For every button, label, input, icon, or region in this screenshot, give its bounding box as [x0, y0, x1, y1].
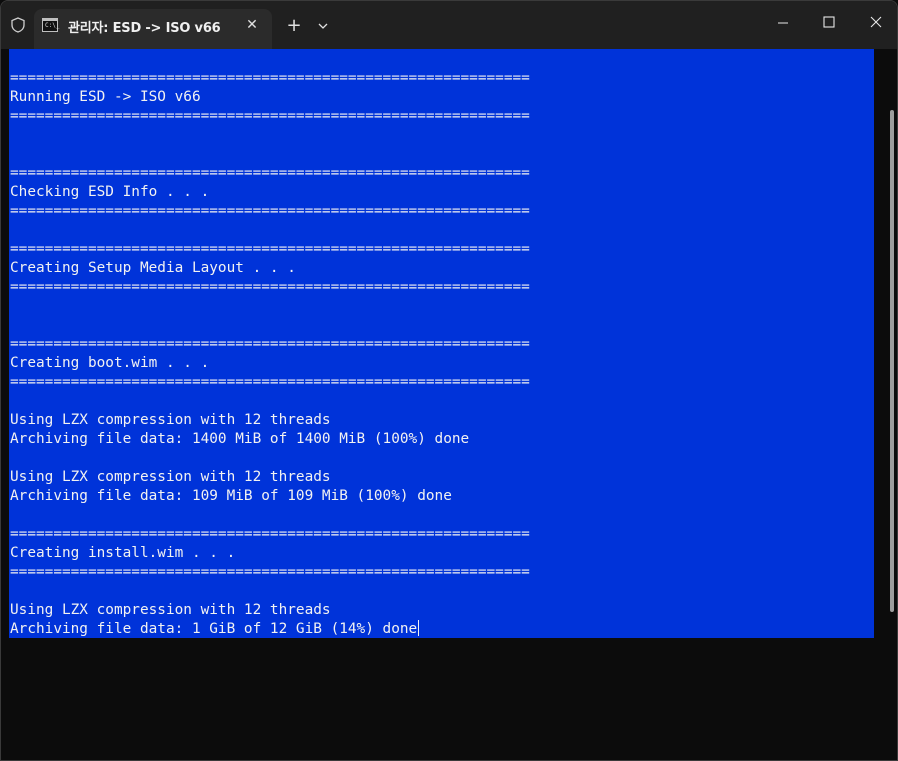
console-line: ========================================… — [10, 279, 530, 295]
tab-title: 관리자: ESD -> ISO v66 — [68, 21, 221, 36]
close-button[interactable] — [853, 9, 898, 37]
console-line: ========================================… — [10, 526, 530, 542]
console-line: ========================================… — [10, 203, 530, 219]
terminal-content[interactable]: ========================================… — [1, 49, 897, 760]
console-line: Using LZX compression with 12 threads — [10, 469, 331, 485]
console-line: ========================================… — [10, 241, 530, 257]
console-line: ========================================… — [10, 70, 530, 86]
vertical-scrollbar[interactable] — [890, 110, 894, 612]
plus-icon: + — [286, 15, 302, 36]
tab-terminal[interactable]: C:\_ 관리자: ESD -> ISO v66 ✕ — [34, 9, 272, 49]
shield-icon — [11, 17, 25, 33]
title-bar[interactable]: C:\_ 관리자: ESD -> ISO v66 ✕ + — [1, 1, 897, 49]
console-line: ========================================… — [10, 336, 530, 352]
console-line: ========================================… — [10, 374, 530, 390]
console-line: ========================================… — [10, 108, 530, 124]
new-tab-button[interactable]: + — [283, 15, 305, 37]
minimize-button[interactable] — [760, 9, 806, 37]
console-line: Archiving file data: 109 MiB of 109 MiB … — [10, 488, 452, 504]
maximize-button[interactable] — [806, 9, 852, 37]
chevron-down-icon[interactable] — [314, 15, 332, 37]
console-line: Running ESD -> ISO v66 — [10, 89, 201, 105]
close-icon: ✕ — [246, 17, 258, 33]
console-line: Archiving file data: 1 GiB of 12 GiB (14… — [10, 620, 420, 637]
command-prompt-icon: C:\_ — [42, 18, 59, 32]
console-line: Creating install.wim . . . — [10, 545, 236, 561]
console-line: ========================================… — [10, 165, 530, 181]
console-line: Using LZX compression with 12 threads — [10, 412, 331, 428]
console-line: ========================================… — [10, 564, 530, 580]
console-line: Checking ESD Info . . . — [10, 184, 210, 200]
terminal-window: C:\_ 관리자: ESD -> ISO v66 ✕ + ===========… — [0, 0, 898, 761]
tab-close-button[interactable]: ✕ — [242, 15, 262, 35]
console-line: Creating boot.wim . . . — [10, 355, 210, 371]
console-line: Archiving file data: 1400 MiB of 1400 Mi… — [10, 431, 470, 447]
text-cursor — [418, 620, 420, 636]
console-line: Creating Setup Media Layout . . . — [10, 260, 296, 276]
console-line: Using LZX compression with 12 threads — [10, 602, 331, 618]
